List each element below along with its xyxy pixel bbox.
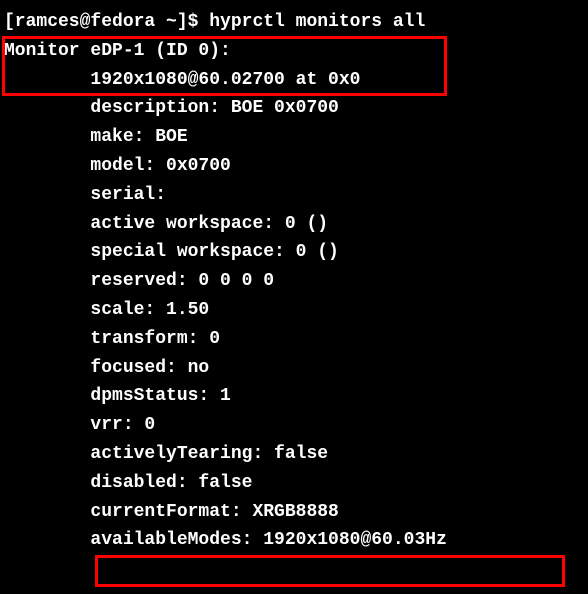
disabled-line: disabled: false xyxy=(4,469,584,498)
transform-line: transform: 0 xyxy=(4,325,584,354)
prompt-line: [ramces@fedora ~]$ hyprctl monitors all xyxy=(4,8,584,37)
command-text: hyprctl monitors all xyxy=(209,12,425,32)
current-format-line: currentFormat: XRGB8888 xyxy=(4,498,584,527)
shell-prompt: [ramces@fedora ~]$ xyxy=(4,12,209,32)
dpms-status-line: dpmsStatus: 1 xyxy=(4,382,584,411)
description-line: description: BOE 0x0700 xyxy=(4,94,584,123)
highlight-available-modes xyxy=(95,555,565,587)
available-modes-line: availableModes: 1920x1080@60.03Hz xyxy=(4,526,584,555)
vrr-line: vrr: 0 xyxy=(4,411,584,440)
actively-tearing-line: activelyTearing: false xyxy=(4,440,584,469)
serial-line: serial: xyxy=(4,181,584,210)
focused-line: focused: no xyxy=(4,354,584,383)
model-line: model: 0x0700 xyxy=(4,152,584,181)
special-workspace-line: special workspace: 0 () xyxy=(4,238,584,267)
scale-line: scale: 1.50 xyxy=(4,296,584,325)
reserved-line: reserved: 0 0 0 0 xyxy=(4,267,584,296)
active-workspace-line: active workspace: 0 () xyxy=(4,210,584,239)
make-line: make: BOE xyxy=(4,123,584,152)
resolution-line: 1920x1080@60.02700 at 0x0 xyxy=(4,66,584,95)
monitor-header: Monitor eDP-1 (ID 0): xyxy=(4,37,584,66)
